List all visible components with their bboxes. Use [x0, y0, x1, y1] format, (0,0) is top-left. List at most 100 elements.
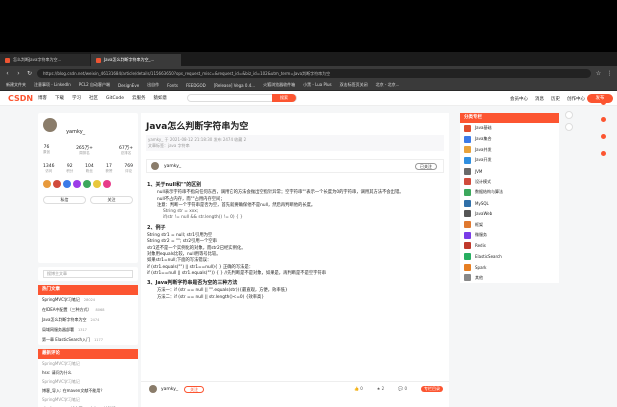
bookmark-item[interactable]: 出自作 — [147, 82, 159, 88]
nav-blog[interactable]: 博客 — [38, 95, 47, 101]
category-label: 微服务 — [475, 232, 487, 238]
hot-article-item[interactable]: 第一章 ElasticSearch入门 1177 — [38, 335, 138, 345]
tool-icon[interactable] — [565, 123, 573, 131]
comment-item[interactable]: SpringMVC学习笔记 — [38, 377, 138, 386]
category-label: Spark — [475, 264, 487, 270]
stat-label: 访问 — [45, 169, 53, 173]
badge-icon[interactable] — [93, 180, 101, 188]
menu-icon[interactable]: ⋮ — [606, 70, 613, 77]
nav-gitcode[interactable]: GitCode — [106, 96, 124, 101]
url-input[interactable]: https://blog.csdn.net/weixin_46131684/ar… — [37, 68, 591, 78]
category-item[interactable]: 其他 — [460, 273, 559, 284]
notification-icon[interactable] — [601, 117, 606, 122]
article-date: 于 2021-08-12 21:18:30 发布 2474 收藏 2 — [164, 137, 247, 142]
article-author[interactable]: yamky_ — [148, 137, 163, 142]
hot-article-views: 8068 — [95, 308, 105, 312]
hot-article-item[interactable]: Java怎么判断字符串为空 2474 — [38, 315, 138, 325]
category-item[interactable]: 数据结构与算法 — [460, 187, 559, 198]
nav-download[interactable]: 下载 — [55, 95, 64, 101]
avatar[interactable] — [149, 385, 157, 393]
category-item[interactable]: Java基础 — [460, 123, 559, 134]
badge-icon[interactable] — [43, 180, 51, 188]
browser-tab-2[interactable]: Java怎么判断字符串为空_... — [91, 54, 181, 66]
bookmark-item[interactable]: 双击标签页关闭 — [340, 82, 368, 88]
column-toc-button[interactable]: 专栏目录 — [421, 386, 443, 392]
category-item[interactable]: Spark — [460, 262, 559, 273]
collect-button[interactable]: ★ 2 — [377, 386, 384, 392]
right-sidebar: 分类专栏 Java基础 Java集合 Java并发 Java开发 JVM 设计模式 数据结构… — [460, 113, 559, 284]
category-item[interactable]: Java集合 — [460, 134, 559, 145]
notification-icon[interactable] — [601, 151, 606, 156]
badge-icon[interactable] — [73, 180, 81, 188]
tool-icon[interactable] — [565, 111, 573, 119]
bookmark-item[interactable]: PCL2 自动客户端 — [79, 82, 110, 88]
category-item[interactable]: Java开发 — [460, 155, 559, 166]
nav-vip[interactable]: 会员中心 — [510, 96, 528, 102]
bookmark-item[interactable]: DesignEve — [118, 83, 139, 88]
category-item[interactable]: JavaWeb — [460, 209, 559, 220]
follow-button[interactable]: 关注 — [90, 196, 133, 204]
category-header: 分类专栏 — [460, 113, 559, 123]
bookmark-item[interactable]: [Release] Vega 0.4... — [214, 83, 255, 88]
badge-icon[interactable] — [103, 180, 111, 188]
search-button[interactable]: 搜索 — [272, 94, 297, 102]
nav-yuanruyi[interactable]: 猿如意 — [154, 95, 168, 101]
back-icon[interactable]: ‹ — [4, 70, 11, 77]
category-item[interactable]: 设计模式 — [460, 176, 559, 187]
nav-learn[interactable]: 学习 — [72, 95, 81, 101]
category-item[interactable]: 框架 — [460, 219, 559, 230]
nav-history[interactable]: 历史 — [551, 96, 560, 102]
category-item[interactable]: 微服务 — [460, 230, 559, 241]
bookmarks-bar: 新建文件夹 注意事项 - LinkedIn PCL2 自动客户端 DesignEve 出… — [0, 80, 617, 91]
comment-item[interactable]: SpringMVC学习笔记 — [38, 395, 138, 404]
notification-icon[interactable] — [601, 100, 606, 105]
bookmark-item[interactable]: FEEDGOD — [186, 83, 206, 88]
reload-icon[interactable]: ↻ — [26, 70, 33, 77]
bookmark-item[interactable]: 注意事项 - LinkedIn — [34, 82, 71, 88]
category-item[interactable]: MySQL — [460, 198, 559, 209]
hot-article-item[interactable]: 在IDEA中配置（三种方式） 8068 — [38, 305, 138, 315]
section-heading: 3、Java判断字符串是否为空的三种方法 — [147, 280, 238, 287]
notification-icon[interactable] — [601, 134, 606, 139]
category-item[interactable]: ElasticSearch — [460, 251, 559, 262]
category-item[interactable]: Redis — [460, 241, 559, 252]
forward-icon[interactable]: › — [15, 70, 22, 77]
bookmark-item[interactable]: 火狐浏览器收件箱 — [263, 82, 295, 88]
csdn-logo[interactable]: CSDN — [8, 94, 38, 103]
site-search-input[interactable]: 搜索 — [187, 94, 298, 102]
bottom-follow-button[interactable]: 关注 — [184, 385, 205, 393]
comment-item[interactable]: SpringMVC学习笔记 — [38, 359, 138, 368]
browser-tab-1[interactable]: 怎么判断Java字符串为空... — [0, 54, 90, 66]
star-icon[interactable]: ☆ — [595, 70, 602, 77]
message-button[interactable]: 私信 — [43, 196, 86, 204]
category-item[interactable]: JVM — [460, 166, 559, 177]
hot-article-item[interactable]: SpringMVC学习笔记 28024 — [38, 295, 138, 305]
badge-icon[interactable] — [83, 180, 91, 188]
bookmark-item[interactable]: Fonts — [167, 83, 178, 88]
comment-button[interactable]: 💬 0 — [398, 386, 407, 392]
browser-tab-bar: 怎么判断Java字符串为空... Java怎么判断字符串为空_... — [0, 52, 617, 66]
badge-icon[interactable] — [63, 180, 71, 188]
avatar[interactable] — [151, 162, 159, 170]
blog-search-input[interactable]: 搜博主文章 — [43, 270, 133, 278]
comment-item[interactable]: 博客_导入: 在maven文献不能用？ — [38, 386, 138, 395]
avatar[interactable] — [43, 118, 57, 132]
nav-cloud[interactable]: 云服务 — [132, 95, 146, 101]
comment-item[interactable]: hsx: 请问为什么 — [38, 368, 138, 377]
profile-name[interactable]: yamky_ — [66, 129, 85, 135]
bookmark-item[interactable]: 北京 - 北京... — [376, 82, 400, 88]
author-bar-name[interactable]: yamky_ — [164, 164, 181, 169]
badge-icon[interactable] — [53, 180, 61, 188]
badge-row — [43, 180, 133, 188]
followed-button[interactable]: 已关注 — [415, 163, 437, 170]
category-item[interactable]: Java并发 — [460, 144, 559, 155]
bottom-author[interactable]: yamky_ — [161, 387, 178, 392]
hot-article-item[interactable]: 局域网服务器部署 1317 — [38, 325, 138, 335]
bookmark-item[interactable]: 小黑 - Lua Plus — [303, 82, 332, 88]
nav-create[interactable]: 创作中心 — [567, 96, 585, 102]
bookmark-item[interactable]: 新建文件夹 — [6, 82, 26, 88]
stat-label: 获赞 — [105, 169, 113, 173]
like-button[interactable]: 👍 0 — [354, 386, 363, 392]
nav-message[interactable]: 消息 — [535, 96, 544, 102]
nav-community[interactable]: 社区 — [89, 95, 98, 101]
